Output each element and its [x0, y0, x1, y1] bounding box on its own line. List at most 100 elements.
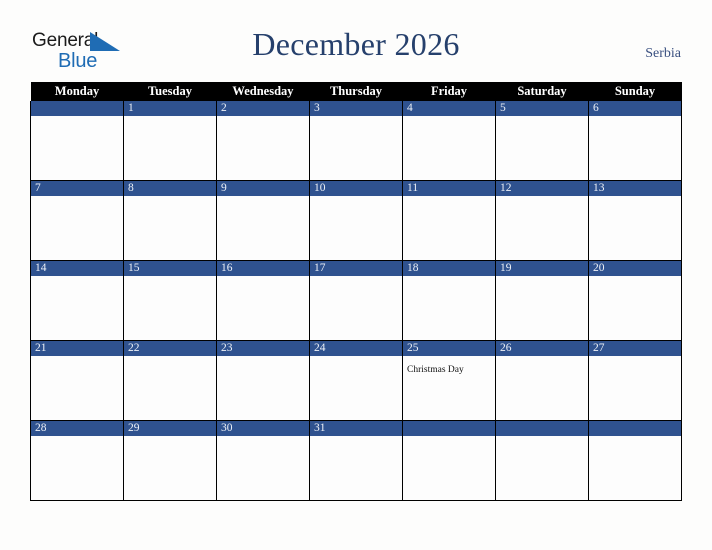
day-cell[interactable]: 11: [402, 180, 496, 261]
day-cell[interactable]: 28: [30, 420, 124, 501]
day-events[interactable]: [403, 276, 495, 340]
day-events[interactable]: [310, 116, 402, 180]
calendar-week-row: 28 29 30 31: [30, 420, 682, 501]
day-cell[interactable]: 3: [309, 101, 403, 181]
day-number: 6: [589, 101, 681, 116]
day-cell[interactable]: 26: [495, 340, 589, 421]
day-number: 23: [217, 341, 309, 356]
day-number: [589, 421, 681, 436]
day-cell[interactable]: 7: [30, 180, 124, 261]
day-number: 5: [496, 101, 588, 116]
day-cell[interactable]: [588, 420, 682, 501]
weekday-header-thursday: Thursday: [309, 82, 403, 101]
day-cell[interactable]: 4: [402, 101, 496, 181]
calendar-header-row: Monday Tuesday Wednesday Thursday Friday…: [30, 82, 682, 101]
day-cell[interactable]: 9: [216, 180, 310, 261]
day-cell[interactable]: 6: [588, 101, 682, 181]
day-events[interactable]: [496, 116, 588, 180]
day-number: 19: [496, 261, 588, 276]
day-events[interactable]: [31, 116, 123, 180]
calendar-week-row: 21 22 23 24 25 Christmas Day 26 27: [30, 340, 682, 421]
day-events[interactable]: [310, 356, 402, 420]
day-cell[interactable]: [30, 101, 124, 181]
day-events[interactable]: [31, 276, 123, 340]
day-events[interactable]: [31, 436, 123, 500]
day-number: 29: [124, 421, 216, 436]
day-cell[interactable]: 1: [123, 101, 217, 181]
day-number: 18: [403, 261, 495, 276]
calendar-week-row: 1 2 3 4 5 6: [30, 101, 682, 181]
day-events[interactable]: [589, 436, 681, 500]
day-number: 25: [403, 341, 495, 356]
day-events[interactable]: Christmas Day: [403, 356, 495, 420]
day-cell[interactable]: 15: [123, 260, 217, 341]
day-cell[interactable]: 14: [30, 260, 124, 341]
day-cell[interactable]: 10: [309, 180, 403, 261]
day-cell[interactable]: 31: [309, 420, 403, 501]
day-cell[interactable]: 5: [495, 101, 589, 181]
day-cell[interactable]: 29: [123, 420, 217, 501]
day-events[interactable]: [403, 436, 495, 500]
day-events[interactable]: [403, 196, 495, 260]
day-events[interactable]: [589, 196, 681, 260]
day-number: 10: [310, 181, 402, 196]
day-events[interactable]: [310, 196, 402, 260]
day-events[interactable]: [31, 356, 123, 420]
day-cell[interactable]: [495, 420, 589, 501]
day-events[interactable]: [496, 196, 588, 260]
weekday-header-sunday: Sunday: [588, 82, 682, 101]
day-number: 12: [496, 181, 588, 196]
day-events[interactable]: [589, 356, 681, 420]
day-number: 2: [217, 101, 309, 116]
day-events[interactable]: [589, 116, 681, 180]
day-cell[interactable]: 12: [495, 180, 589, 261]
day-cell[interactable]: 24: [309, 340, 403, 421]
day-events[interactable]: [124, 356, 216, 420]
day-events[interactable]: [124, 436, 216, 500]
day-events[interactable]: [217, 196, 309, 260]
day-events[interactable]: [310, 276, 402, 340]
day-events[interactable]: [31, 196, 123, 260]
day-events[interactable]: [403, 116, 495, 180]
day-events[interactable]: [496, 356, 588, 420]
day-cell[interactable]: 25 Christmas Day: [402, 340, 496, 421]
day-events[interactable]: [310, 436, 402, 500]
day-cell[interactable]: 27: [588, 340, 682, 421]
day-cell[interactable]: 18: [402, 260, 496, 341]
day-events[interactable]: [217, 116, 309, 180]
day-events[interactable]: [217, 356, 309, 420]
day-number: 20: [589, 261, 681, 276]
day-events[interactable]: [124, 116, 216, 180]
day-cell[interactable]: 17: [309, 260, 403, 341]
event-label: Christmas Day: [407, 365, 464, 375]
day-number: 13: [589, 181, 681, 196]
day-cell[interactable]: 21: [30, 340, 124, 421]
day-number: 31: [310, 421, 402, 436]
day-cell[interactable]: [402, 420, 496, 501]
day-cell[interactable]: 22: [123, 340, 217, 421]
weekday-header-friday: Friday: [402, 82, 496, 101]
day-number: [31, 101, 123, 116]
day-cell[interactable]: 23: [216, 340, 310, 421]
day-cell[interactable]: 19: [495, 260, 589, 341]
day-cell[interactable]: 8: [123, 180, 217, 261]
day-events[interactable]: [124, 196, 216, 260]
day-events[interactable]: [589, 276, 681, 340]
calendar-week-row: 14 15 16 17 18 19 20: [30, 260, 682, 341]
day-events[interactable]: [496, 276, 588, 340]
day-events[interactable]: [124, 276, 216, 340]
day-cell[interactable]: 2: [216, 101, 310, 181]
day-events[interactable]: [217, 276, 309, 340]
day-cell[interactable]: 13: [588, 180, 682, 261]
calendar-page: General Blue December 2026 Serbia Monday…: [0, 0, 712, 550]
day-number: 14: [31, 261, 123, 276]
calendar-week-row: 7 8 9 10 11 12 13: [30, 180, 682, 261]
day-cell[interactable]: 30: [216, 420, 310, 501]
day-cell[interactable]: 20: [588, 260, 682, 341]
day-events[interactable]: [496, 436, 588, 500]
day-events[interactable]: [217, 436, 309, 500]
day-number: 26: [496, 341, 588, 356]
day-number: 17: [310, 261, 402, 276]
day-number: 4: [403, 101, 495, 116]
day-cell[interactable]: 16: [216, 260, 310, 341]
